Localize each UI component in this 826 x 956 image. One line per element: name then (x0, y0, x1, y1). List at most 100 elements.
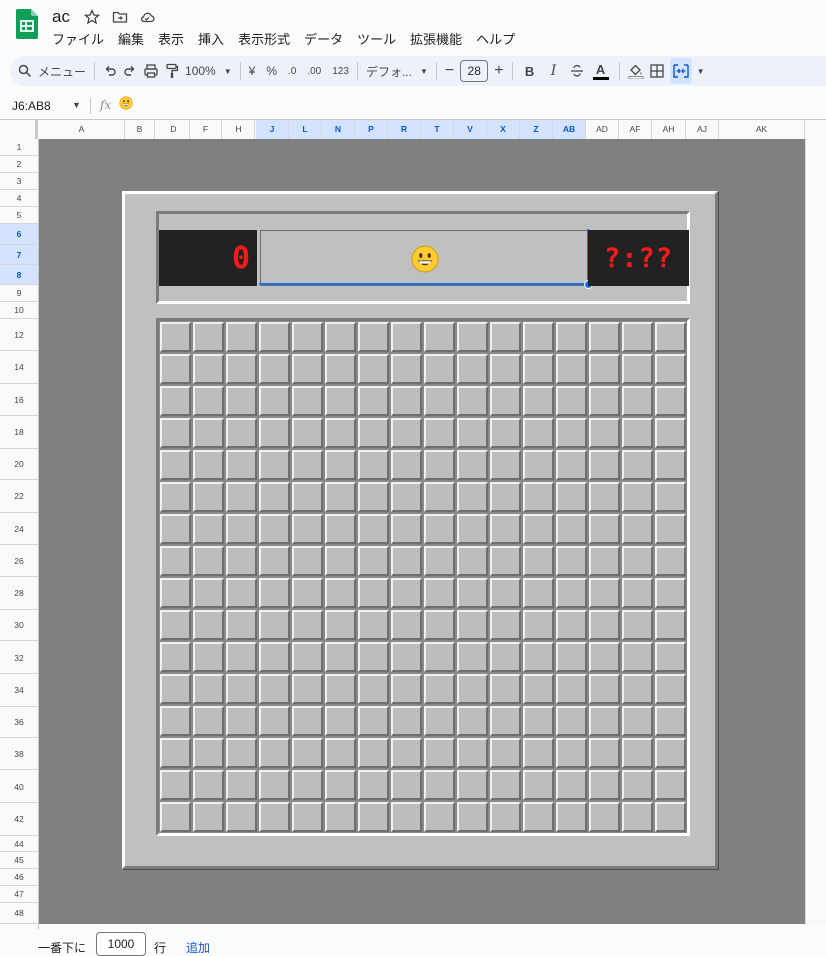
mine-cell[interactable] (259, 706, 290, 736)
column-header[interactable]: F (190, 120, 222, 139)
mine-cell[interactable] (160, 354, 191, 384)
mine-cell[interactable] (325, 610, 356, 640)
mine-cell[interactable] (622, 354, 653, 384)
mine-cell[interactable] (160, 674, 191, 704)
mine-cell[interactable] (259, 610, 290, 640)
mine-cell[interactable] (358, 770, 389, 800)
select-all-corner[interactable] (0, 120, 38, 139)
mine-cell[interactable] (292, 482, 323, 512)
mine-cell[interactable] (556, 450, 587, 480)
mine-cell[interactable] (325, 738, 356, 768)
mine-cell[interactable] (655, 674, 686, 704)
mine-cell[interactable] (556, 354, 587, 384)
mine-cell[interactable] (589, 514, 620, 544)
row-header[interactable]: 42 (0, 803, 38, 836)
mine-cell[interactable] (358, 450, 389, 480)
borders-button[interactable] (649, 58, 664, 84)
mine-cell[interactable] (523, 354, 554, 384)
mine-cell[interactable] (622, 514, 653, 544)
row-header[interactable]: 9 (0, 285, 38, 302)
mine-cell[interactable] (193, 418, 224, 448)
strikethrough-button[interactable] (569, 58, 585, 84)
mine-cell[interactable] (292, 514, 323, 544)
decrease-decimal-button[interactable]: .0 (288, 58, 296, 84)
mine-cell[interactable] (259, 642, 290, 672)
mine-cell[interactable] (622, 674, 653, 704)
mine-cell[interactable] (589, 386, 620, 416)
mine-cell[interactable] (424, 418, 455, 448)
mine-cell[interactable] (622, 482, 653, 512)
column-header[interactable]: A (39, 120, 125, 139)
mine-cell[interactable] (457, 418, 488, 448)
mine-cell[interactable] (556, 610, 587, 640)
mine-cell[interactable] (226, 354, 257, 384)
row-header[interactable]: 20 (0, 448, 38, 480)
chevron-down-icon[interactable]: ▼ (697, 67, 705, 76)
mine-cell[interactable] (193, 354, 224, 384)
font-select[interactable]: デフォ... ▼ (366, 58, 428, 84)
mine-cell[interactable] (523, 482, 554, 512)
mine-cell[interactable] (391, 706, 422, 736)
mine-cell[interactable] (226, 386, 257, 416)
mine-cell[interactable] (358, 322, 389, 352)
mine-cell[interactable] (391, 386, 422, 416)
column-header[interactable]: AD (586, 120, 619, 139)
face-button[interactable] (260, 230, 589, 286)
zoom-select[interactable]: 100% ▼ (185, 58, 232, 84)
mine-cell[interactable] (622, 578, 653, 608)
row-header[interactable]: 40 (0, 771, 38, 803)
mine-cell[interactable] (358, 642, 389, 672)
mine-cell[interactable] (193, 322, 224, 352)
mine-cell[interactable] (226, 802, 257, 832)
mine-cell[interactable] (226, 706, 257, 736)
font-size-value[interactable]: 28 (460, 60, 489, 82)
vertical-scrollbar[interactable] (805, 139, 826, 924)
mine-cell[interactable] (424, 386, 455, 416)
italic-button[interactable]: I (545, 58, 563, 84)
mine-cell[interactable] (226, 418, 257, 448)
column-header[interactable]: AF (619, 120, 652, 139)
mine-cell[interactable] (292, 322, 323, 352)
row-header[interactable]: 16 (0, 384, 38, 416)
mine-cell[interactable] (457, 450, 488, 480)
mine-cell[interactable] (325, 770, 356, 800)
row-header[interactable]: 48 (0, 903, 38, 924)
row-header[interactable]: 14 (0, 351, 38, 384)
mine-cell[interactable] (160, 738, 191, 768)
mine-cell[interactable] (655, 450, 686, 480)
mine-cell[interactable] (622, 610, 653, 640)
mine-cell[interactable] (259, 514, 290, 544)
mine-cell[interactable] (160, 514, 191, 544)
mine-cell[interactable] (259, 578, 290, 608)
column-header[interactable]: H (223, 120, 255, 139)
mine-cell[interactable] (457, 738, 488, 768)
mine-cell[interactable] (655, 386, 686, 416)
menu-item[interactable]: 挿入 (198, 29, 224, 48)
mine-cell[interactable] (259, 738, 290, 768)
mine-cell[interactable] (424, 354, 455, 384)
mine-cell[interactable] (358, 386, 389, 416)
column-header[interactable]: AK (719, 120, 805, 139)
mine-cell[interactable] (655, 642, 686, 672)
mine-cell[interactable] (589, 578, 620, 608)
mine-cell[interactable] (193, 386, 224, 416)
row-header[interactable]: 24 (0, 513, 38, 545)
column-header[interactable]: T (421, 120, 454, 139)
increase-decimal-button[interactable]: .00 (307, 58, 321, 84)
mine-cell[interactable] (490, 482, 521, 512)
row-header[interactable]: 44 (0, 836, 38, 852)
mine-cell[interactable] (193, 546, 224, 576)
mine-cell[interactable] (457, 546, 488, 576)
mine-cell[interactable] (358, 482, 389, 512)
mine-cell[interactable] (589, 802, 620, 832)
mine-cell[interactable] (226, 514, 257, 544)
mine-cell[interactable] (655, 578, 686, 608)
add-rows-button[interactable]: 追加 (186, 939, 210, 956)
mine-cell[interactable] (490, 738, 521, 768)
mine-cell[interactable] (556, 418, 587, 448)
number-format-button[interactable]: 123 (332, 58, 349, 84)
mine-cell[interactable] (193, 578, 224, 608)
mine-cell[interactable] (523, 674, 554, 704)
mine-cell[interactable] (457, 802, 488, 832)
merge-cells-button[interactable] (669, 58, 692, 84)
